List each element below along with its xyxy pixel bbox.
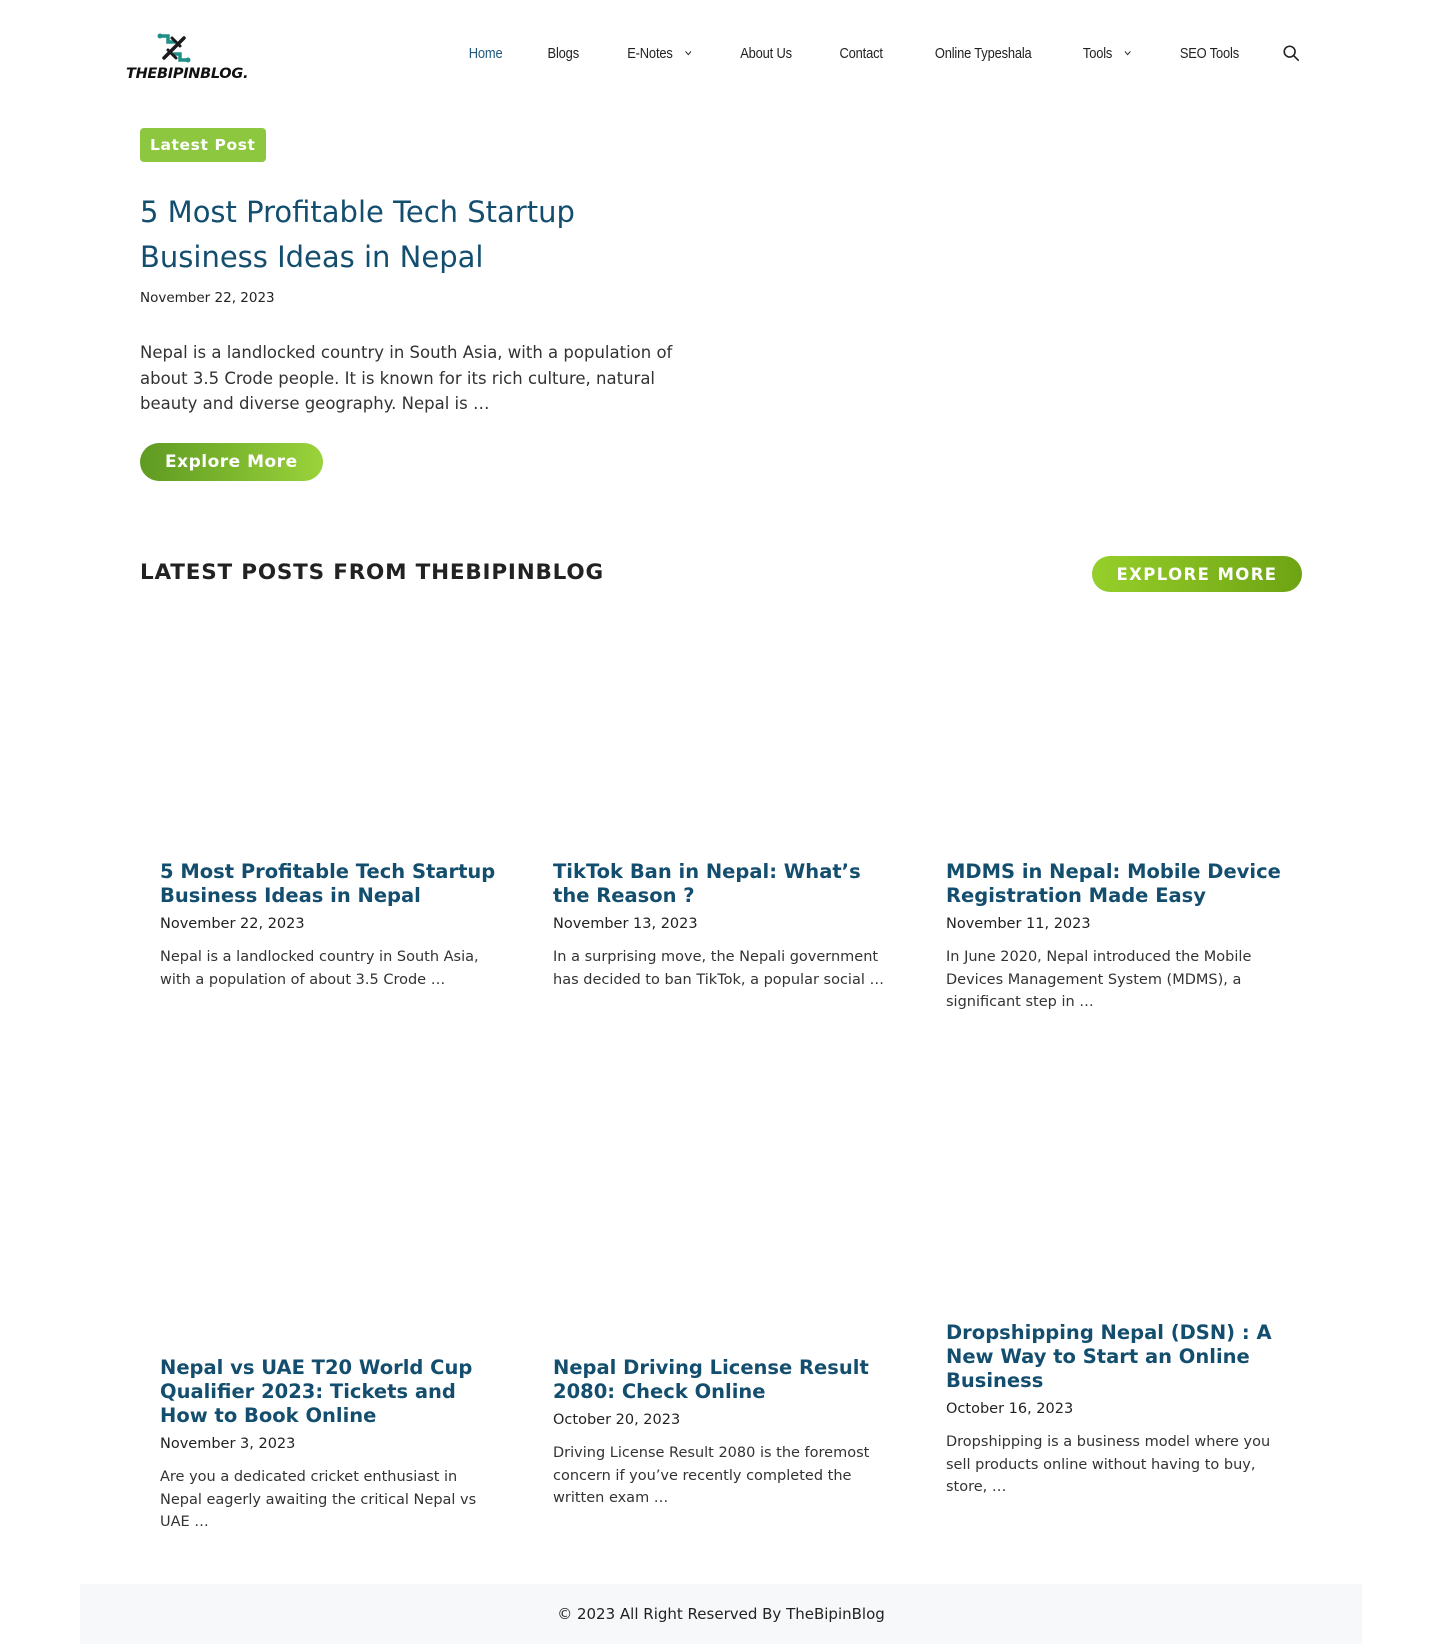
nav-item-label: Contact — [839, 44, 884, 62]
post-date: October 16, 2023 — [946, 1401, 1074, 1417]
post-title[interactable]: Nepal vs UAE T20 World Cup Qualifier 202… — [160, 1356, 500, 1428]
chevron-down-icon — [1124, 51, 1131, 56]
post-title[interactable]: MDMS in Nepal: Mobile Device Registratio… — [946, 860, 1286, 908]
post-excerpt: In June 2020, Nepal introduced the Mobil… — [946, 949, 1252, 1010]
post-excerpt: In a surprising move, the Nepali governm… — [553, 949, 884, 988]
nav-item-online-typeshala[interactable]: Online Typeshala — [935, 45, 1032, 62]
logo-mark-icon — [157, 33, 191, 63]
post-card: Dropshipping Nepal (DSN) : A New Way to … — [946, 1321, 1286, 1499]
post-card: Nepal vs UAE T20 World Cup Qualifier 202… — [160, 1356, 500, 1534]
latest-post-badge: Latest Post — [140, 128, 266, 162]
site-footer: © 2023 All Right Reserved By TheBipinBlo… — [80, 1584, 1362, 1644]
nav-item-label: E-Notes — [626, 44, 673, 62]
post-date: November 11, 2023 — [946, 916, 1091, 932]
post-excerpt: Nepal is a landlocked country in South A… — [160, 949, 479, 988]
post-excerpt: Driving License Result 2080 is the forem… — [553, 1445, 870, 1506]
nav-item-tools[interactable]: Tools — [1083, 45, 1131, 62]
main-nav: Home Blogs E-Notes About Us Contact Onli… — [426, 38, 1300, 68]
site-logo[interactable]: THEBIPINBLOG. — [124, 28, 248, 88]
nav-item-label: About Us — [740, 44, 793, 62]
post-date: November 13, 2023 — [553, 916, 698, 932]
chevron-down-icon — [684, 51, 691, 56]
nav-item-label: Blogs — [547, 44, 580, 62]
logo-text: THEBIPINBLOG. — [126, 66, 249, 82]
section-explore-more-button[interactable]: EXPLORE MORE — [1092, 556, 1302, 592]
nav-item-label: SEO Tools — [1180, 44, 1240, 62]
nav-item-e-notes[interactable]: E-Notes — [627, 45, 691, 62]
section-title: LATEST POSTS FROM THEBIPINBLOG — [140, 560, 604, 585]
post-title[interactable]: 5 Most Profitable Tech Startup Business … — [160, 860, 500, 908]
post-excerpt: Dropshipping is a business model where y… — [946, 1434, 1271, 1495]
nav-item-label: Tools — [1083, 44, 1113, 62]
nav-item-label: Online Typeshala — [934, 44, 1032, 62]
hero-latest-post: Latest Post 5 Most Profitable Tech Start… — [140, 128, 700, 481]
copyright-text: © 2023 All Right Reserved By TheBipinBlo… — [557, 1605, 885, 1623]
hero-excerpt: Nepal is a landlocked country in South A… — [140, 343, 673, 413]
post-title[interactable]: Dropshipping Nepal (DSN) : A New Way to … — [946, 1321, 1286, 1393]
nav-item-contact[interactable]: Contact — [840, 45, 883, 62]
post-card: Nepal Driving License Result 2080: Check… — [553, 1356, 893, 1510]
nav-item-about-us[interactable]: About Us — [741, 45, 793, 62]
post-title[interactable]: Nepal Driving License Result 2080: Check… — [553, 1356, 893, 1404]
post-card: MDMS in Nepal: Mobile Device Registratio… — [946, 860, 1286, 1014]
post-date: November 3, 2023 — [160, 1436, 296, 1452]
latest-posts-header: LATEST POSTS FROM THEBIPINBLOG EXPLORE M… — [140, 556, 1302, 594]
post-card: 5 Most Profitable Tech Startup Business … — [160, 860, 500, 991]
hero-date: November 22, 2023 — [140, 290, 275, 306]
post-date: November 22, 2023 — [160, 916, 305, 932]
hero-title[interactable]: 5 Most Profitable Tech Startup Business … — [140, 190, 700, 280]
site-header: THEBIPINBLOG. Home Blogs E-Notes About U… — [0, 0, 1440, 108]
post-title[interactable]: TikTok Ban in Nepal: What’s the Reason ? — [553, 860, 893, 908]
post-card: TikTok Ban in Nepal: What’s the Reason ?… — [553, 860, 893, 991]
search-icon[interactable] — [1282, 44, 1300, 62]
hero-explore-more-button[interactable]: Explore More — [140, 442, 323, 481]
post-excerpt: Are you a dedicated cricket enthusiast i… — [160, 1469, 477, 1530]
nav-item-blogs[interactable]: Blogs — [547, 44, 580, 62]
post-date: October 20, 2023 — [553, 1412, 681, 1428]
nav-item-seo-tools[interactable]: SEO Tools — [1180, 45, 1239, 62]
nav-item-label: Home — [468, 44, 503, 62]
nav-item-home[interactable]: Home — [469, 45, 503, 62]
